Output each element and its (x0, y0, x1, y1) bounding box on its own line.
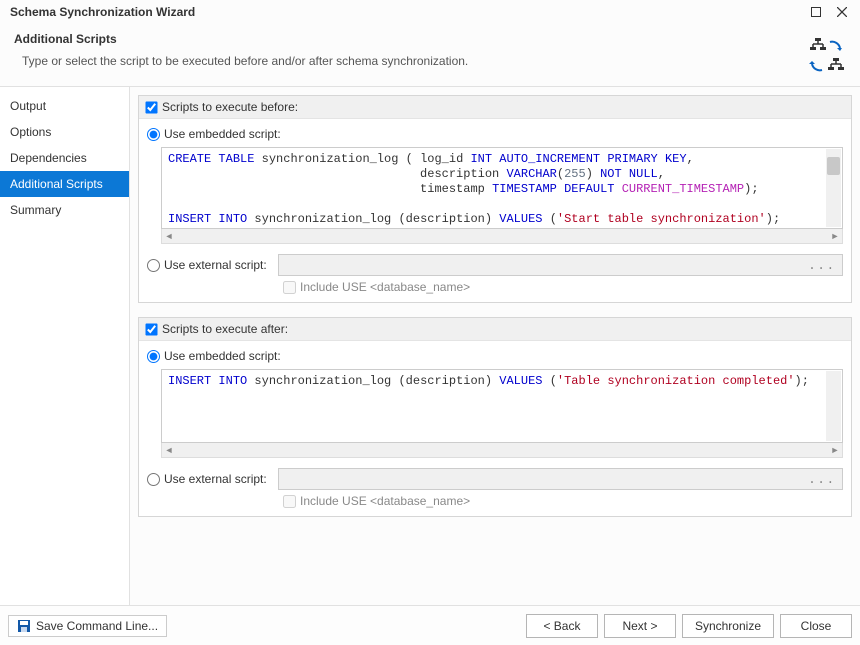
sync-icon (806, 36, 846, 76)
after-embedded-radio[interactable] (147, 350, 160, 363)
body: Output Options Dependencies Additional S… (0, 87, 860, 605)
sidebar-item-options[interactable]: Options (0, 119, 129, 145)
window-title: Schema Synchronization Wizard (6, 5, 195, 19)
before-external-label: Use external script: (164, 258, 278, 272)
after-external-label: Use external script: (164, 472, 278, 486)
after-external-radio[interactable] (147, 473, 160, 486)
scroll-left-icon[interactable]: ◄ (162, 444, 176, 457)
browse-icon[interactable]: ... (808, 258, 836, 272)
after-script-editor[interactable]: INSERT INTO synchronization_log (descrip… (161, 369, 843, 443)
before-hscrollbar[interactable]: ◄ ► (161, 229, 843, 244)
before-script-editor[interactable]: CREATE TABLE synchronization_log ( log_i… (161, 147, 843, 229)
scroll-right-icon[interactable]: ► (828, 230, 842, 243)
scripts-after-checkbox[interactable] (145, 323, 157, 335)
header: Additional Scripts Type or select the sc… (0, 24, 860, 86)
back-button[interactable]: < Back (526, 614, 598, 638)
close-button[interactable] (830, 2, 854, 22)
save-command-line-button[interactable]: Save Command Line... (8, 615, 167, 637)
close-footer-button[interactable]: Close (780, 614, 852, 638)
sidebar-item-additional-scripts[interactable]: Additional Scripts (0, 171, 129, 197)
sidebar-item-summary[interactable]: Summary (0, 197, 129, 223)
after-include-use-label: Include USE <database_name> (300, 494, 470, 508)
page-subtitle: Additional Scripts (14, 32, 806, 46)
after-include-use-checkbox[interactable] (283, 495, 296, 508)
scroll-right-icon[interactable]: ► (828, 444, 842, 457)
scroll-left-icon[interactable]: ◄ (162, 230, 176, 243)
before-external-path-input[interactable]: ... (278, 254, 843, 276)
after-embedded-label: Use embedded script: (164, 349, 281, 363)
sidebar-item-output[interactable]: Output (0, 93, 129, 119)
sidebar: Output Options Dependencies Additional S… (0, 87, 130, 605)
scripts-before-label: Scripts to execute before: (162, 100, 298, 114)
after-hscrollbar[interactable]: ◄ ► (161, 443, 843, 458)
before-embedded-radio[interactable] (147, 128, 160, 141)
main-content: Scripts to execute before: Use embedded … (130, 87, 860, 605)
before-vscrollbar[interactable] (826, 149, 841, 227)
next-button[interactable]: Next > (604, 614, 676, 638)
before-embedded-label: Use embedded script: (164, 127, 281, 141)
save-command-line-label: Save Command Line... (36, 619, 158, 633)
sidebar-item-dependencies[interactable]: Dependencies (0, 145, 129, 171)
before-external-radio[interactable] (147, 259, 160, 272)
scripts-after-group: Scripts to execute after: Use embedded s… (138, 317, 852, 517)
synchronize-button[interactable]: Synchronize (682, 614, 774, 638)
scripts-before-group: Scripts to execute before: Use embedded … (138, 95, 852, 303)
titlebar: Schema Synchronization Wizard (0, 0, 860, 24)
scripts-before-checkbox[interactable] (145, 101, 157, 113)
after-vscrollbar[interactable] (826, 371, 841, 441)
footer: Save Command Line... < Back Next > Synch… (0, 605, 860, 645)
save-icon (17, 619, 31, 633)
page-description: Type or select the script to be executed… (22, 54, 806, 68)
window: Schema Synchronization Wizard Additional… (0, 0, 860, 645)
after-external-path-input[interactable]: ... (278, 468, 843, 490)
scripts-after-label: Scripts to execute after: (162, 322, 288, 336)
before-include-use-checkbox[interactable] (283, 281, 296, 294)
maximize-button[interactable] (804, 2, 828, 22)
before-include-use-label: Include USE <database_name> (300, 280, 470, 294)
browse-icon[interactable]: ... (808, 472, 836, 486)
